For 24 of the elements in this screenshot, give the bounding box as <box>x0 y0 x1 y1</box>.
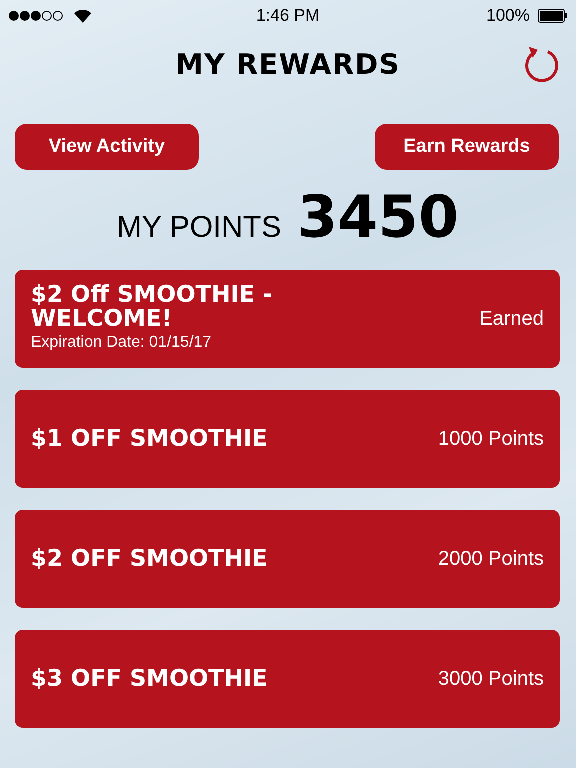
reward-card[interactable]: $2 Off SMOOTHIE - WELCOME! Expiration Date: 01/15/17 Earned <box>15 270 560 368</box>
reward-status: 1000 Points <box>438 427 544 452</box>
battery-icon <box>538 9 568 23</box>
battery-percent: 100% <box>486 5 530 28</box>
action-button[interactable]: Earn Rewards <box>375 124 559 170</box>
reward-card[interactable]: $3 OFF SMOOTHIE 3000 Points <box>15 630 560 728</box>
reward-status: 2000 Points <box>438 547 544 572</box>
status-time: 1:46 PM <box>256 5 320 28</box>
wifi-icon <box>74 9 92 23</box>
points-label: MY POINTS <box>117 210 282 246</box>
reward-status: Earned <box>480 307 544 332</box>
reward-card[interactable]: $2 OFF SMOOTHIE 2000 Points <box>15 510 560 608</box>
expiration-date: Expiration Date: 01/15/17 <box>31 333 213 354</box>
refresh-icon[interactable] <box>524 44 560 84</box>
reward-title: $2 Off SMOOTHIE - WELCOME! <box>31 282 274 332</box>
signal-icon <box>8 10 66 22</box>
page-title: MY REWARDS <box>176 47 400 83</box>
reward-title: $3 OFF SMOOTHIE <box>31 666 268 692</box>
points-value: 3450 <box>298 182 459 253</box>
reward-title: $2 OFF SMOOTHIE <box>31 546 268 572</box>
action-button[interactable]: View Activity <box>15 124 199 170</box>
reward-card[interactable]: $1 OFF SMOOTHIE 1000 Points <box>15 390 560 488</box>
reward-title: $1 OFF SMOOTHIE <box>31 426 268 452</box>
reward-status: 3000 Points <box>438 667 544 692</box>
